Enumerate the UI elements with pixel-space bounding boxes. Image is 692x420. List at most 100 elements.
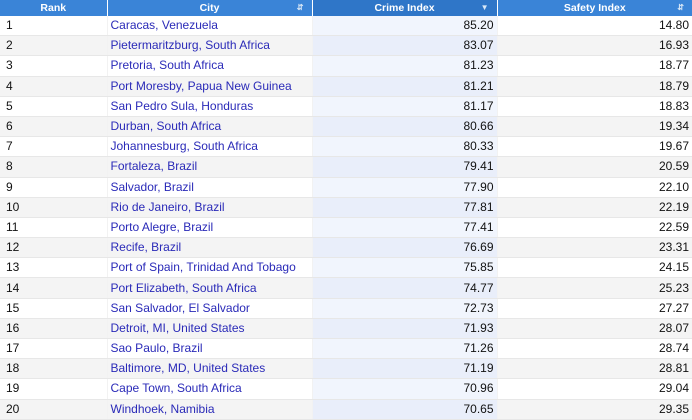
city-column-header[interactable]: City ⇵ <box>107 0 313 16</box>
safety-index-cell: 29.35 <box>497 399 692 420</box>
city-cell: Port of Spain, Trinidad And Tobago <box>107 257 313 279</box>
city-link[interactable]: Baltimore, MD, United States <box>111 361 266 375</box>
crime-index-cell: 76.69 <box>312 237 498 259</box>
city-link[interactable]: Caracas, Venezuela <box>111 18 218 32</box>
city-cell: Rio de Janeiro, Brazil <box>107 197 313 218</box>
rank-header-label: Rank <box>40 2 67 14</box>
crime-index-cell: 81.21 <box>312 76 498 97</box>
city-link[interactable]: Port of Spain, Trinidad And Tobago <box>111 260 296 274</box>
safety-index-cell: 29.04 <box>497 378 692 400</box>
crime-index-header-label: Crime Index <box>374 2 435 14</box>
city-cell: Porto Alegre, Brazil <box>107 217 313 239</box>
crime-index-column-header[interactable]: Crime Index ▼ <box>312 0 498 16</box>
table-row: 8 Fortaleza, Brazil 79.41 20.59 <box>0 156 692 178</box>
safety-index-cell: 28.81 <box>497 358 692 380</box>
city-link[interactable]: Sao Paulo, Brazil <box>111 341 203 355</box>
city-link[interactable]: San Pedro Sula, Honduras <box>111 99 254 113</box>
table-row: 10 Rio de Janeiro, Brazil 77.81 22.19 <box>0 197 692 218</box>
safety-index-cell: 24.15 <box>497 257 692 279</box>
rank-cell: 8 <box>0 156 108 178</box>
rank-cell: 10 <box>0 197 108 218</box>
crime-index-cell: 83.07 <box>312 35 498 57</box>
table-row: 19 Cape Town, South Africa 70.96 29.04 <box>0 378 692 400</box>
rank-column-header[interactable]: Rank <box>0 0 108 16</box>
safety-index-cell: 27.27 <box>497 298 692 319</box>
table-row: 12 Recife, Brazil 76.69 23.31 <box>0 237 692 259</box>
rank-cell: 17 <box>0 338 108 360</box>
city-link[interactable]: Johannesburg, South Africa <box>111 139 258 153</box>
city-link[interactable]: Cape Town, South Africa <box>111 381 242 395</box>
city-header-label: City <box>199 2 220 14</box>
crime-index-cell: 79.41 <box>312 156 498 178</box>
city-cell: Recife, Brazil <box>107 237 313 259</box>
sort-descending-icon: ▼ <box>480 3 489 12</box>
table-header: Rank City ⇵ Crime Index ▼ Safety Index ⇵ <box>0 0 692 16</box>
safety-index-cell: 28.07 <box>497 318 692 340</box>
table-row: 16 Detroit, MI, United States 71.93 28.07 <box>0 318 692 340</box>
safety-index-cell: 28.74 <box>497 338 692 360</box>
rank-cell: 16 <box>0 318 108 340</box>
sort-both-icon: ⇵ <box>677 3 684 12</box>
city-link[interactable]: Fortaleza, Brazil <box>111 159 198 173</box>
rank-cell: 1 <box>0 16 108 37</box>
city-link[interactable]: Salvador, Brazil <box>111 180 194 194</box>
crime-index-cell: 71.93 <box>312 318 498 340</box>
rank-cell: 11 <box>0 217 108 239</box>
safety-index-cell: 20.59 <box>497 156 692 178</box>
city-cell: Durban, South Africa <box>107 116 313 138</box>
safety-index-cell: 18.79 <box>497 76 692 97</box>
safety-index-cell: 25.23 <box>497 277 692 299</box>
table-row: 4 Port Moresby, Papua New Guinea 81.21 18.7… <box>0 76 692 97</box>
crime-index-cell: 71.19 <box>312 358 498 380</box>
city-link[interactable]: San Salvador, El Salvador <box>111 301 250 315</box>
rank-cell: 4 <box>0 76 108 97</box>
table-row: 6 Durban, South Africa 80.66 19.34 <box>0 116 692 138</box>
safety-index-cell: 23.31 <box>497 237 692 259</box>
city-link[interactable]: Port Moresby, Papua New Guinea <box>111 79 292 93</box>
table-row: 9 Salvador, Brazil 77.90 22.10 <box>0 177 692 198</box>
city-link[interactable]: Recife, Brazil <box>111 240 182 254</box>
city-cell: Pietermaritzburg, South Africa <box>107 35 313 57</box>
crime-index-table: Rank City ⇵ Crime Index ▼ Safety Index ⇵… <box>0 0 692 420</box>
rank-cell: 6 <box>0 116 108 138</box>
rank-cell: 18 <box>0 358 108 380</box>
city-link[interactable]: Windhoek, Namibia <box>111 402 215 416</box>
city-cell: Johannesburg, South Africa <box>107 136 313 158</box>
table-body: 1 Caracas, Venezuela 85.20 14.80 2 Pietermari… <box>0 16 692 420</box>
crime-index-cell: 81.23 <box>312 55 498 77</box>
table-row: 2 Pietermaritzburg, South Africa 83.07 16.9… <box>0 35 692 57</box>
safety-index-header-label: Safety Index <box>563 2 626 14</box>
safety-index-column-header[interactable]: Safety Index ⇵ <box>497 0 692 16</box>
city-link[interactable]: Rio de Janeiro, Brazil <box>111 200 225 214</box>
crime-index-cell: 81.17 <box>312 96 498 117</box>
city-cell: Baltimore, MD, United States <box>107 358 313 380</box>
city-link[interactable]: Pretoria, South Africa <box>111 58 224 72</box>
safety-index-cell: 18.77 <box>497 55 692 77</box>
city-cell: Pretoria, South Africa <box>107 55 313 77</box>
city-link[interactable]: Porto Alegre, Brazil <box>111 220 214 234</box>
safety-index-cell: 22.10 <box>497 177 692 198</box>
rank-cell: 5 <box>0 96 108 117</box>
table-row: 20 Windhoek, Namibia 70.65 29.35 <box>0 399 692 420</box>
city-cell: Cape Town, South Africa <box>107 378 313 400</box>
rank-cell: 2 <box>0 35 108 57</box>
rank-cell: 20 <box>0 399 108 420</box>
safety-index-cell: 16.93 <box>497 35 692 57</box>
city-link[interactable]: Port Elizabeth, South Africa <box>111 281 257 295</box>
rank-cell: 19 <box>0 378 108 400</box>
table-row: 11 Porto Alegre, Brazil 77.41 22.59 <box>0 217 692 239</box>
crime-index-cell: 70.65 <box>312 399 498 420</box>
table-row: 7 Johannesburg, South Africa 80.33 19.67 <box>0 136 692 158</box>
city-link[interactable]: Durban, South Africa <box>111 119 222 133</box>
city-link[interactable]: Detroit, MI, United States <box>111 321 245 335</box>
city-cell: Salvador, Brazil <box>107 177 313 198</box>
city-link[interactable]: Pietermaritzburg, South Africa <box>111 38 270 52</box>
rank-cell: 15 <box>0 298 108 319</box>
crime-index-cell: 80.33 <box>312 136 498 158</box>
safety-index-cell: 14.80 <box>497 16 692 37</box>
sort-both-icon: ⇵ <box>296 3 304 12</box>
table-row: 15 San Salvador, El Salvador 72.73 27.27 <box>0 298 692 319</box>
rank-cell: 14 <box>0 277 108 299</box>
crime-index-cell: 85.20 <box>312 16 498 37</box>
crime-index-cell: 77.90 <box>312 177 498 198</box>
